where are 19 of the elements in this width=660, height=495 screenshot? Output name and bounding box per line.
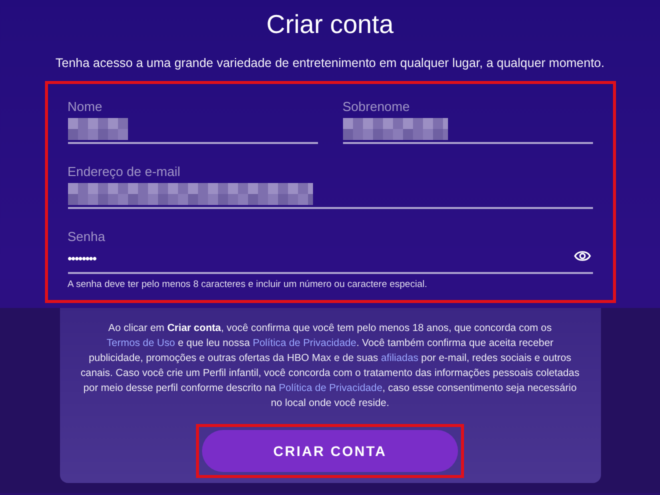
password-value: •••••••• xyxy=(68,250,96,268)
input-field[interactable]: Sobrenome xyxy=(342,98,592,144)
input-field[interactable]: Nome xyxy=(68,98,318,144)
field-label: Endereço de e-mail xyxy=(68,164,180,180)
page-title: Criar conta xyxy=(266,8,394,41)
terms-link[interactable]: Termos de Uso xyxy=(106,338,176,350)
create-account-button[interactable]: CRIAR CONTA xyxy=(202,430,458,472)
terms-link[interactable]: Política de Privacidade xyxy=(252,338,356,350)
field-label: Sobrenome xyxy=(342,99,410,115)
field-label: Nome xyxy=(68,99,102,115)
eye-icon[interactable] xyxy=(574,250,590,262)
terms-link[interactable]: Política de Privacidade xyxy=(278,383,382,394)
subtitle: Tenha acesso a uma grande variedade de entretenimento em qualquer lugar, a qualquer momento. xyxy=(56,55,604,71)
field-label: Senha xyxy=(68,229,106,245)
terms-paragraph: Ao clicar em Criar conta, você confirma que você tem pelo menos 18 anos, que concorda com os Termos de Uso e que leu nossa Política de Privacidade. Você também confirma que aceita receber publicidade, promoções e outras ofertas da HBO Max e de suas afiliadas por e-mail, redes sociais e outros canais. Caso você crie um Perfil infantil, você concorda com o tratamento das informações pessoais coletadas por meio desse perfil conforme descrito na Política de Privacidade, caso esse consentimento seja necessário no local onde você reside. xyxy=(80,322,580,412)
password-hint: A senha deve ter pelo menos 8 caracteres e incluir um número ou caractere especial. xyxy=(68,278,428,292)
input-field[interactable]: Senha •••••••• xyxy=(68,228,592,274)
terms-link[interactable]: afiliadas xyxy=(380,353,418,364)
input-field[interactable]: Endereço de e-mail xyxy=(68,163,592,209)
